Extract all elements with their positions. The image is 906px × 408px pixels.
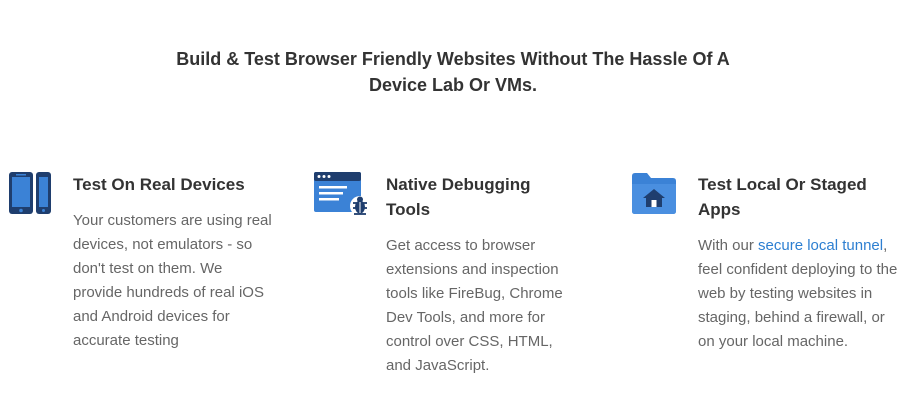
section-headline: Build & Test Browser Friendly Websites W… bbox=[0, 46, 906, 98]
debug-browser-icon bbox=[313, 172, 371, 221]
headline-line-2: Device Lab Or VMs. bbox=[368, 75, 538, 95]
secure-local-tunnel-link[interactable]: secure local tunnel bbox=[758, 237, 883, 254]
headline-line-1: Build & Test Browser Friendly Websites W… bbox=[176, 49, 730, 69]
feature-title: Test Local Or Staged Apps bbox=[698, 175, 867, 219]
description-text: With our bbox=[698, 237, 759, 254]
local-folder-icon bbox=[630, 172, 678, 221]
devices-icon bbox=[8, 172, 52, 221]
feature-description: Get access to browser extensions and ins… bbox=[386, 237, 563, 374]
feature-description: Your customers are using real devices, n… bbox=[73, 212, 272, 349]
feature-description: With our secure local tunnel, feel confi… bbox=[698, 234, 898, 354]
feature-title: Test On Real Devices bbox=[73, 175, 245, 194]
feature-title: Native Debugging Tools bbox=[386, 175, 531, 219]
